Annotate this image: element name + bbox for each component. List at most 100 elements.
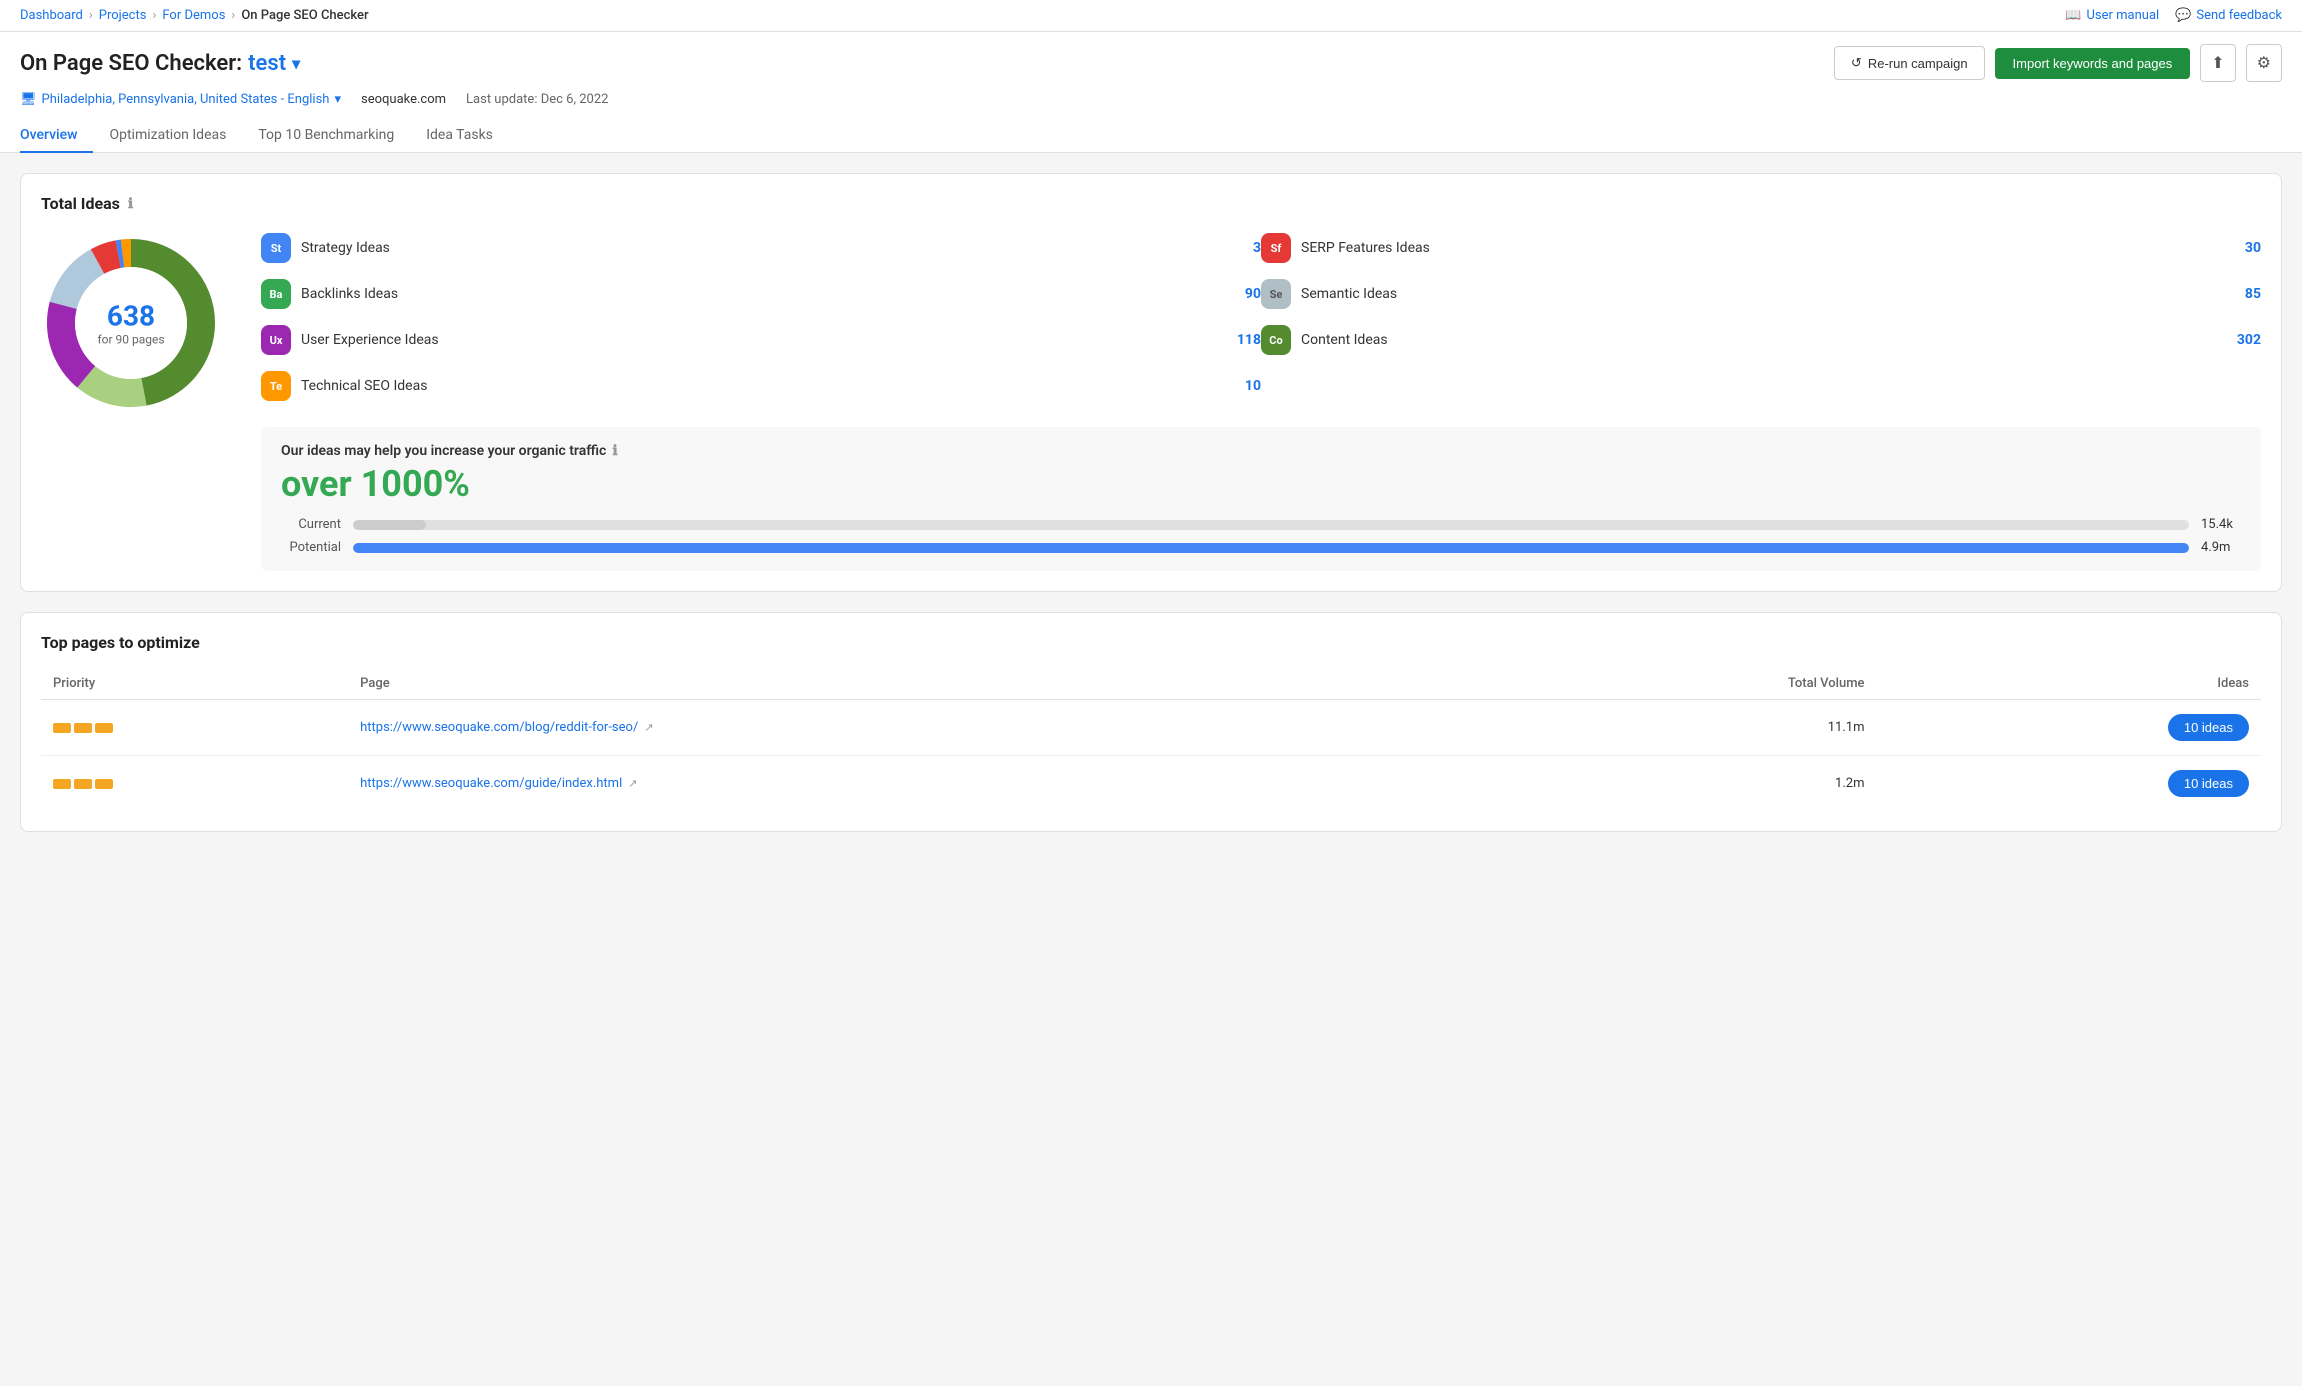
idea-label: Backlinks Ideas xyxy=(301,286,1211,302)
priority-bar xyxy=(95,723,113,733)
page-url-link[interactable]: https://www.seoquake.com/guide/index.htm… xyxy=(360,776,1497,791)
tab-top10-benchmarking[interactable]: Top 10 Benchmarking xyxy=(242,119,410,153)
col-ideas: Ideas xyxy=(1876,668,2261,700)
page-cell: https://www.seoquake.com/guide/index.htm… xyxy=(348,756,1509,812)
idea-count: 30 xyxy=(2221,240,2261,256)
current-value: 15.4k xyxy=(2201,517,2241,532)
breadcrumb-for-demos[interactable]: For Demos xyxy=(162,8,225,23)
idea-row: Sf SERP Features Ideas 30 xyxy=(1261,233,2261,263)
idea-badge: Ux xyxy=(261,325,291,355)
header-row2: 🖥 Philadelphia, Pennsylvania, United Sta… xyxy=(20,92,2282,107)
breadcrumb-current: On Page SEO Checker xyxy=(241,8,368,23)
idea-badge: Te xyxy=(261,371,291,401)
idea-row: Se Semantic Ideas 85 xyxy=(1261,279,2261,309)
table-row: https://www.seoquake.com/blog/reddit-for… xyxy=(41,700,2261,756)
user-manual-link[interactable]: 📖 User manual xyxy=(2065,8,2159,23)
breadcrumb: Dashboard › Projects › For Demos › On Pa… xyxy=(20,8,369,23)
ideas-list: St Strategy Ideas 3 Ba Backlinks Ideas 9… xyxy=(261,233,2261,571)
rerun-campaign-button[interactable]: ↺ Re-run campaign xyxy=(1834,46,1985,80)
external-link-icon: ↗ xyxy=(644,721,653,734)
pages-table: Priority Page Total Volume Ideas https:/… xyxy=(41,668,2261,811)
domain: seoquake.com xyxy=(361,92,446,107)
idea-badge: Ba xyxy=(261,279,291,309)
ideas-columns: St Strategy Ideas 3 Ba Backlinks Ideas 9… xyxy=(261,233,2261,417)
import-keywords-button[interactable]: Import keywords and pages xyxy=(1995,48,2191,79)
ideas-button[interactable]: 10 ideas xyxy=(2168,770,2249,797)
traffic-info-icon[interactable]: ℹ xyxy=(612,443,617,459)
external-link-icon: ↗ xyxy=(628,777,637,790)
idea-row: Ux User Experience Ideas 118 xyxy=(261,325,1261,355)
volume-cell: 1.2m xyxy=(1509,756,1877,812)
traffic-bars: Current 15.4k Potential 4.9m xyxy=(281,517,2241,555)
tab-overview[interactable]: Overview xyxy=(20,119,93,153)
total-ideas-info-icon[interactable]: ℹ xyxy=(128,196,133,212)
idea-label: Semantic Ideas xyxy=(1301,286,2211,302)
idea-badge: Se xyxy=(1261,279,1291,309)
ideas-cell: 10 ideas xyxy=(1876,700,2261,756)
top-pages-title: Top pages to optimize xyxy=(41,633,2261,652)
total-ideas-content: 638 for 90 pages St Strategy Ideas 3 Ba … xyxy=(41,233,2261,571)
total-ideas-title: Total Ideas ℹ xyxy=(41,194,2261,213)
potential-value: 4.9m xyxy=(2201,540,2241,555)
export-button[interactable]: ⬆ xyxy=(2200,44,2235,82)
donut-center: 638 for 90 pages xyxy=(97,300,164,347)
header-row1: On Page SEO Checker: test ▾ ↺ Re-run cam… xyxy=(20,44,2282,82)
settings-button[interactable]: ⚙ xyxy=(2246,44,2282,82)
location-selector[interactable]: 🖥 Philadelphia, Pennsylvania, United Sta… xyxy=(20,92,341,107)
breadcrumb-projects[interactable]: Projects xyxy=(99,8,147,23)
idea-badge: Sf xyxy=(1261,233,1291,263)
potential-bar-row: Potential 4.9m xyxy=(281,540,2241,555)
idea-badge: St xyxy=(261,233,291,263)
traffic-title: Our ideas may help you increase your org… xyxy=(281,443,2241,459)
col-priority: Priority xyxy=(41,668,348,700)
top-actions: 📖 User manual 💬 Send feedback xyxy=(2065,8,2282,23)
priority-cell xyxy=(41,756,348,812)
breadcrumb-dashboard[interactable]: Dashboard xyxy=(20,8,83,23)
idea-count: 302 xyxy=(2221,332,2261,348)
priority-bar xyxy=(74,779,92,789)
idea-row: Ba Backlinks Ideas 90 xyxy=(261,279,1261,309)
current-label: Current xyxy=(281,517,341,532)
idea-label: Technical SEO Ideas xyxy=(301,378,1211,394)
tab-optimization-ideas[interactable]: Optimization Ideas xyxy=(93,119,242,153)
priority-bar xyxy=(53,779,71,789)
tab-idea-tasks[interactable]: Idea Tasks xyxy=(410,119,509,153)
monitor-icon: 🖥 xyxy=(20,92,37,107)
url-text: https://www.seoquake.com/blog/reddit-for… xyxy=(360,720,638,735)
last-update: Last update: Dec 6, 2022 xyxy=(466,92,608,107)
traffic-section: Our ideas may help you increase your org… xyxy=(261,427,2261,571)
potential-bar-track xyxy=(353,543,2189,553)
header-actions: ↺ Re-run campaign Import keywords and pa… xyxy=(1834,44,2282,82)
idea-label: Content Ideas xyxy=(1301,332,2211,348)
url-text: https://www.seoquake.com/guide/index.htm… xyxy=(360,776,622,791)
project-dropdown-icon[interactable]: ▾ xyxy=(292,54,300,73)
tab-bar: Overview Optimization Ideas Top 10 Bench… xyxy=(20,119,2282,152)
header: On Page SEO Checker: test ▾ ↺ Re-run cam… xyxy=(0,32,2302,153)
total-ideas-card: Total Ideas ℹ xyxy=(20,173,2282,592)
idea-count: 90 xyxy=(1221,286,1261,302)
priority-bars xyxy=(53,779,336,789)
donut-number: 638 xyxy=(97,300,164,333)
project-name: test xyxy=(248,51,286,76)
idea-count: 118 xyxy=(1221,332,1261,348)
main-content: Total Ideas ℹ xyxy=(0,153,2302,872)
priority-bar xyxy=(53,723,71,733)
idea-row: Co Content Ideas 302 xyxy=(1261,325,2261,355)
priority-bars xyxy=(53,723,336,733)
current-bar-row: Current 15.4k xyxy=(281,517,2241,532)
ideas-button[interactable]: 10 ideas xyxy=(2168,714,2249,741)
idea-row: Te Technical SEO Ideas 10 xyxy=(261,371,1261,401)
table-row: https://www.seoquake.com/guide/index.htm… xyxy=(41,756,2261,812)
page-url-link[interactable]: https://www.seoquake.com/blog/reddit-for… xyxy=(360,720,1497,735)
idea-label: User Experience Ideas xyxy=(301,332,1211,348)
idea-row: St Strategy Ideas 3 xyxy=(261,233,1261,263)
book-icon: 📖 xyxy=(2065,8,2081,23)
potential-label: Potential xyxy=(281,540,341,555)
ideas-left-column: St Strategy Ideas 3 Ba Backlinks Ideas 9… xyxy=(261,233,1261,417)
col-page: Page xyxy=(348,668,1509,700)
donut-sub: for 90 pages xyxy=(97,333,164,347)
send-feedback-link[interactable]: 💬 Send feedback xyxy=(2175,8,2282,23)
feedback-icon: 💬 xyxy=(2175,8,2191,23)
page-cell: https://www.seoquake.com/blog/reddit-for… xyxy=(348,700,1509,756)
current-bar-track xyxy=(353,520,2189,530)
